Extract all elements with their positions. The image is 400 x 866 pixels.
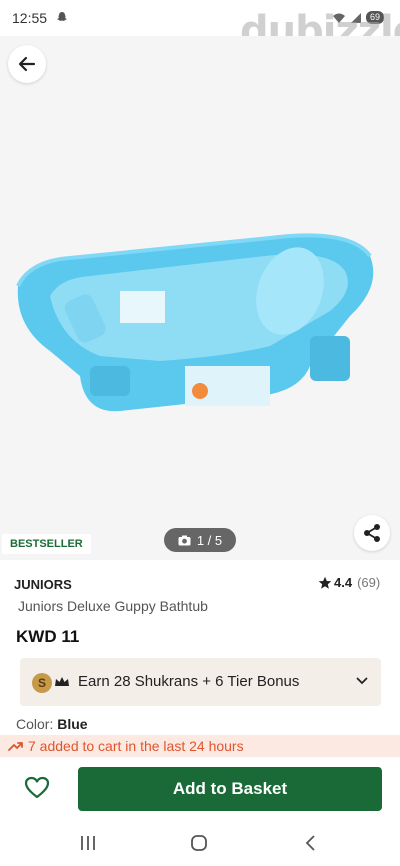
color-label: Color: <box>16 716 54 732</box>
product-title: Juniors Deluxe Guppy Bathtub <box>18 598 208 614</box>
cart-notice-text: 7 added to cart in the last 24 hours <box>28 738 244 754</box>
shukran-text: Earn 28 Shukrans + 6 Tier Bonus <box>78 673 300 690</box>
android-nav-bar <box>0 822 400 866</box>
rating-count: (69) <box>357 575 381 590</box>
color-value: Blue <box>57 716 88 732</box>
heart-icon[interactable] <box>24 776 50 800</box>
chevron-down-icon <box>356 677 368 685</box>
crown-icon <box>55 677 69 686</box>
product-image <box>16 233 374 412</box>
status-time: 12:55 <box>12 10 48 26</box>
home-icon[interactable] <box>190 834 208 852</box>
add-to-basket-button[interactable]: Add to Basket <box>78 767 382 811</box>
arrow-left-icon <box>18 56 36 72</box>
color-selection: Color: Blue <box>16 716 88 732</box>
shukran-rewards-banner[interactable]: S Earn 28 Shukrans + 6 Tier Bonus <box>20 658 381 706</box>
image-counter: 1 / 5 <box>164 528 236 552</box>
shukran-coin-icon: S <box>32 673 52 693</box>
star-icon <box>318 576 332 589</box>
status-bar: 12:55 69 dubizzle <box>0 0 400 54</box>
snapchat-icon <box>57 12 67 21</box>
product-rating[interactable]: 4.4 (69) <box>318 575 380 590</box>
share-button[interactable] <box>354 515 390 551</box>
product-brand[interactable]: JUNIORS <box>14 577 72 592</box>
share-icon <box>364 524 380 542</box>
back-button[interactable] <box>8 45 46 83</box>
bestseller-badge: BESTSELLER <box>2 534 91 554</box>
recents-icon[interactable] <box>79 834 97 852</box>
product-details: JUNIORS 4.4 (69) Juniors Deluxe Guppy Ba… <box>0 560 400 866</box>
product-image-gallery[interactable] <box>0 36 400 560</box>
trending-up-icon <box>8 742 23 751</box>
nav-back-icon[interactable] <box>302 834 320 852</box>
image-counter-text: 1 / 5 <box>196 532 223 548</box>
camera-icon <box>178 535 191 545</box>
rating-value: 4.4 <box>334 575 353 590</box>
bottom-action-bar: Add to Basket <box>0 760 400 820</box>
cart-activity-notice: 7 added to cart in the last 24 hours <box>0 735 400 757</box>
product-price: KWD 11 <box>16 627 80 646</box>
